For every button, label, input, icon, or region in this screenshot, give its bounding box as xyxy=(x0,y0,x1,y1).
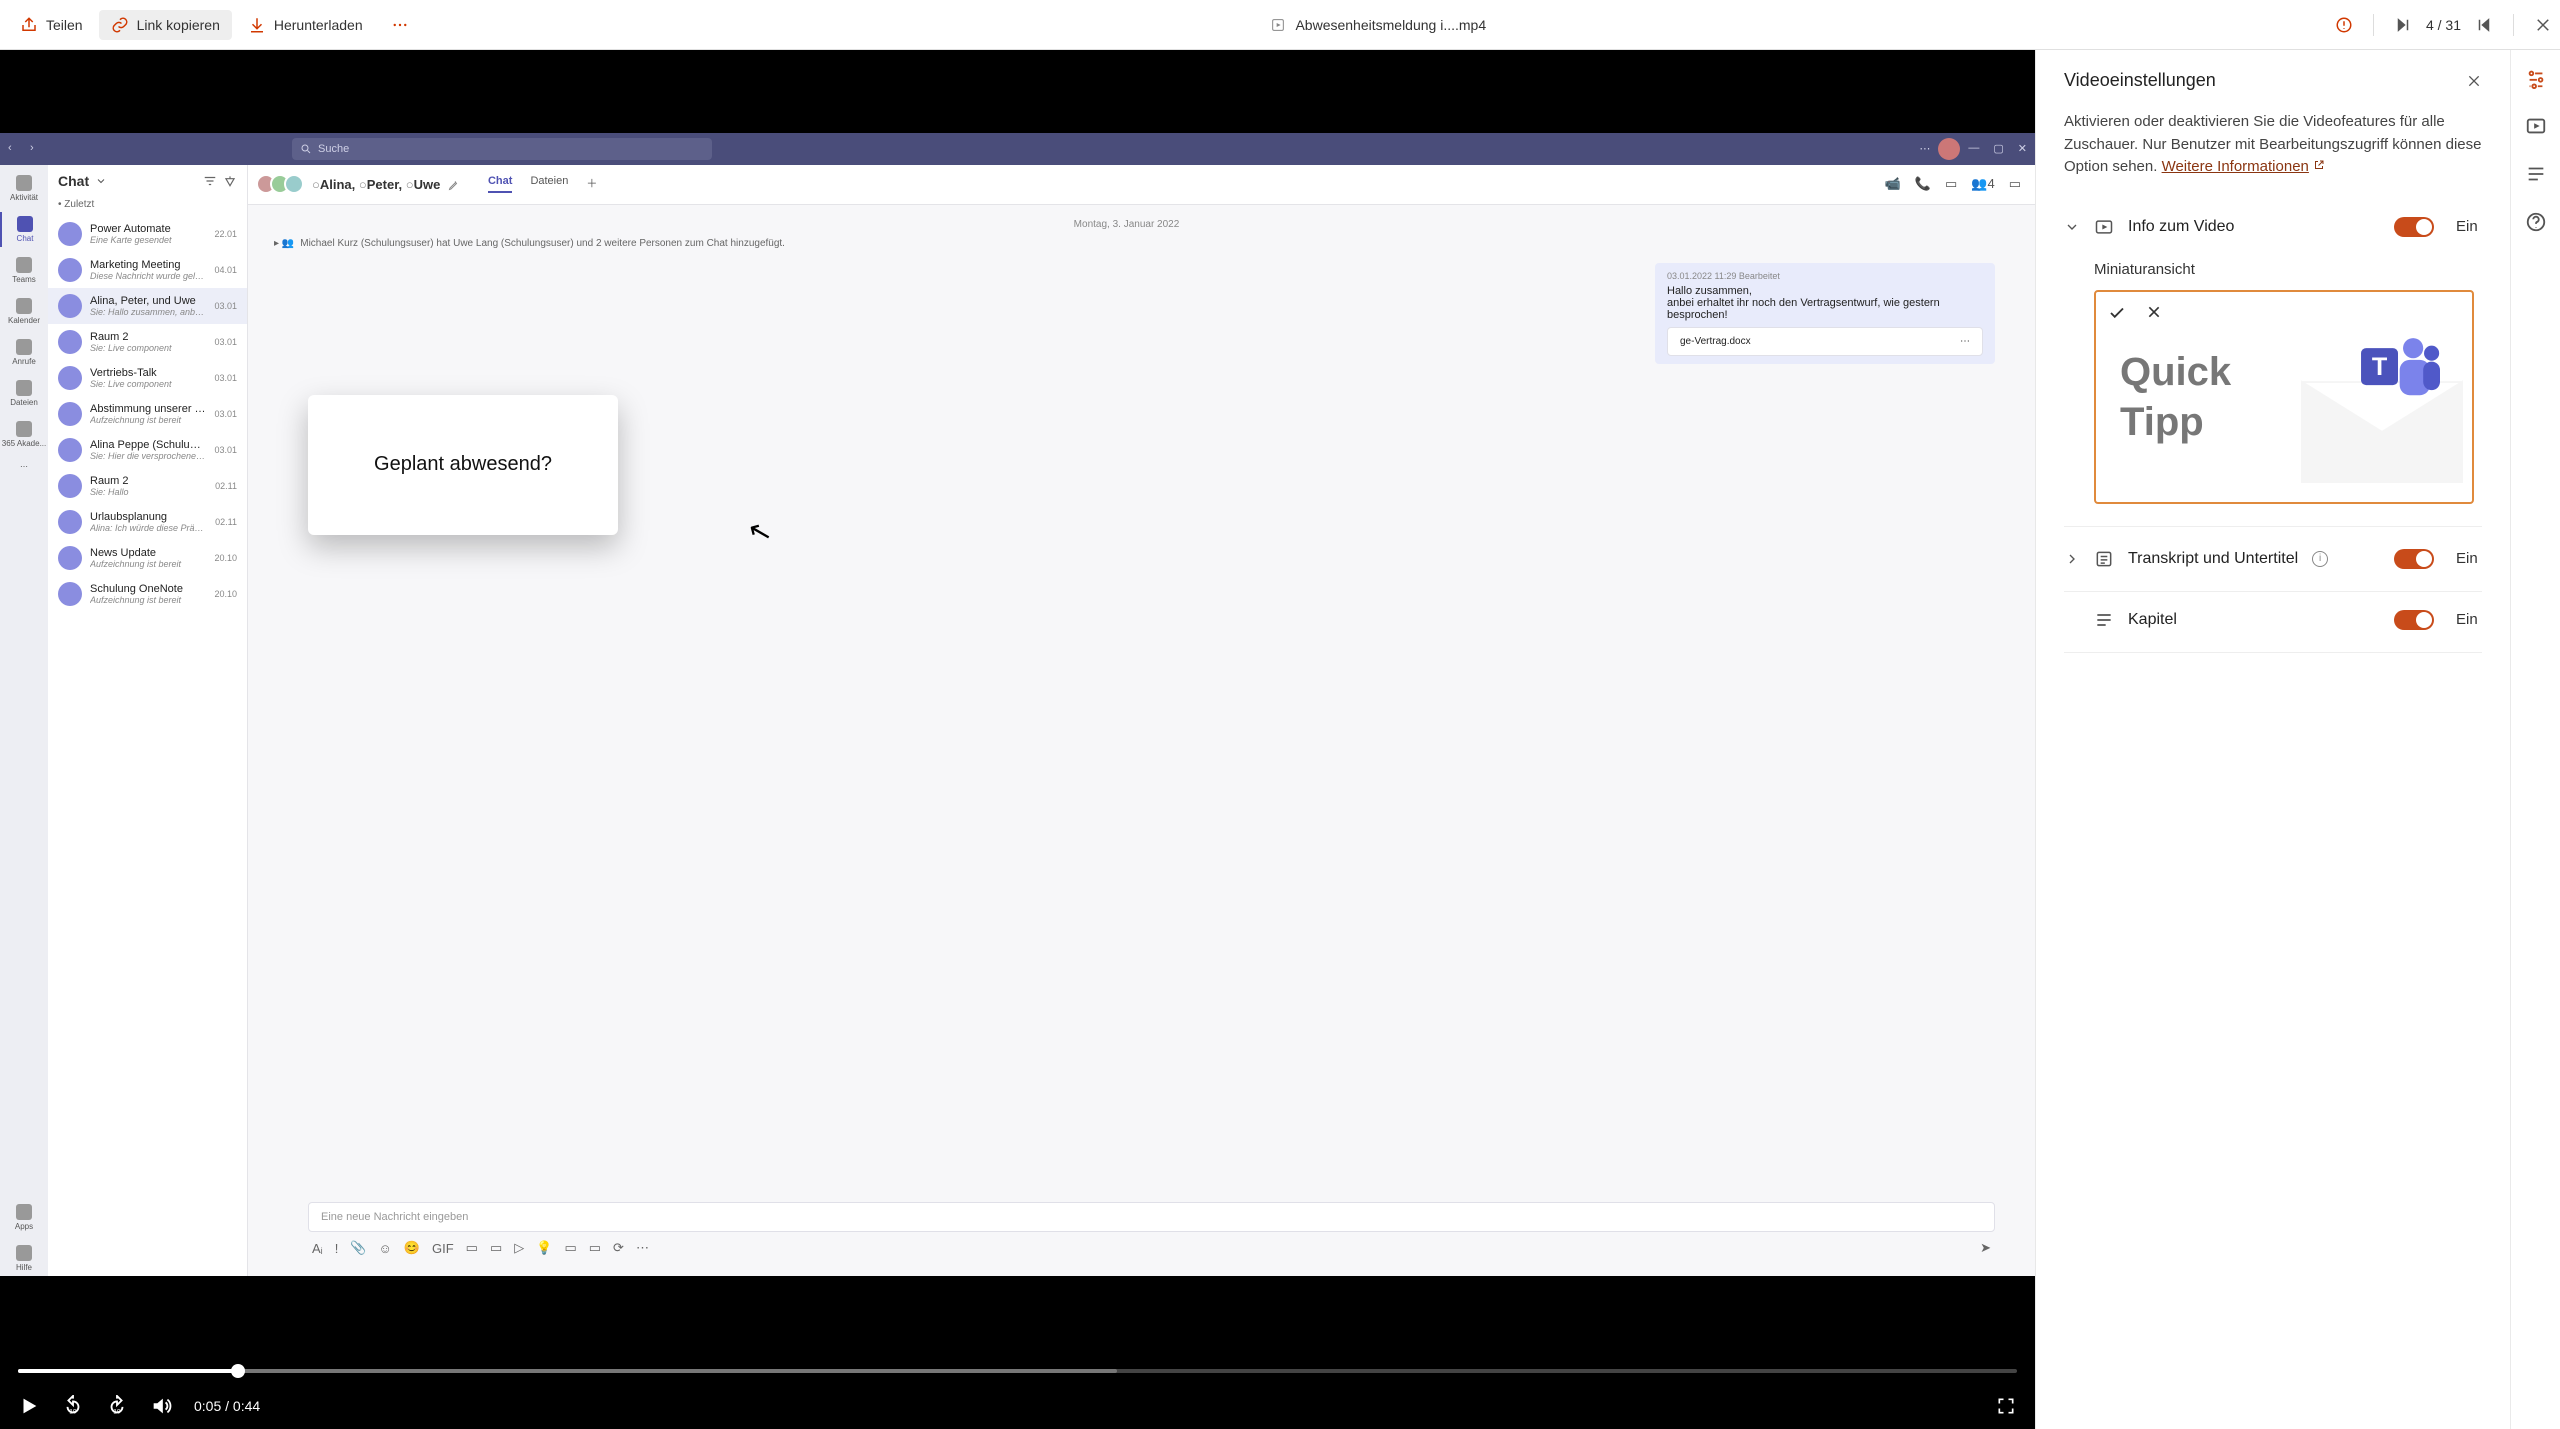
more-actions-button[interactable] xyxy=(379,10,421,40)
volume-button[interactable] xyxy=(150,1395,172,1417)
video-settings-panel: Videoeinstellungen Aktivieren oder deakt… xyxy=(2035,50,2510,1429)
play-button[interactable] xyxy=(18,1395,40,1417)
rail-video-button[interactable] xyxy=(2524,114,2548,138)
thumbnail-preview: Quick Tipp T xyxy=(2094,290,2474,504)
chapters-icon xyxy=(2094,610,2114,630)
rail-settings-button[interactable] xyxy=(2524,66,2548,90)
transcript-toggle[interactable] xyxy=(2394,549,2434,569)
toggle-state: Ein xyxy=(2456,611,2482,628)
info-icon[interactable]: i xyxy=(2312,551,2328,567)
prev-item-button[interactable] xyxy=(2394,16,2412,34)
seek-bar[interactable] xyxy=(18,1369,2017,1373)
thumbnail-accept-button[interactable] xyxy=(2108,304,2126,322)
download-icon xyxy=(248,16,266,34)
fullscreen-button[interactable] xyxy=(1995,1395,2017,1417)
transcript-icon xyxy=(2094,549,2114,569)
link-icon xyxy=(111,16,129,34)
toggle-state: Ein xyxy=(2456,550,2482,567)
svg-text:10: 10 xyxy=(69,1408,77,1415)
chapters-toggle[interactable] xyxy=(2394,610,2434,630)
top-toolbar: Teilen Link kopieren Herunterladen Abwes… xyxy=(0,0,2560,50)
share-label: Teilen xyxy=(46,17,83,33)
video-info-icon xyxy=(2094,217,2114,237)
video-file-icon xyxy=(1269,16,1287,34)
forward-10-button[interactable]: 10 xyxy=(106,1395,128,1417)
about-video-label: Info zum Video xyxy=(2128,218,2234,236)
video-frame-content: ‹ › Suche ⋯ —▢✕ AktivitätChatTeamsKalend… xyxy=(0,133,2035,1276)
svg-text:10: 10 xyxy=(113,1408,121,1415)
rail-help-button[interactable] xyxy=(2524,210,2548,234)
transcript-label: Transkript und Untertitel xyxy=(2128,550,2298,568)
thumbnail-text: Quick Tipp xyxy=(2120,347,2231,447)
thumbnail-cancel-button[interactable] xyxy=(2146,304,2162,322)
chevron-down-icon xyxy=(2064,219,2080,235)
setting-chapters[interactable]: Kapitel Ein xyxy=(2064,600,2482,653)
video-canvas[interactable]: ‹ › Suche ⋯ —▢✕ AktivitätChatTeamsKalend… xyxy=(0,50,2035,1359)
download-label: Herunterladen xyxy=(274,17,363,33)
separator xyxy=(2373,14,2374,36)
about-video-toggle[interactable] xyxy=(2394,217,2434,237)
settings-title: Videoeinstellungen xyxy=(2064,70,2216,91)
info-warning-icon[interactable] xyxy=(2335,16,2353,34)
rail-chapters-button[interactable] xyxy=(2524,162,2548,186)
share-button[interactable]: Teilen xyxy=(8,10,95,40)
download-button[interactable]: Herunterladen xyxy=(236,10,375,40)
video-area: ‹ › Suche ⋯ —▢✕ AktivitätChatTeamsKalend… xyxy=(0,50,2035,1429)
chevron-right-icon xyxy=(2064,551,2080,567)
settings-description: Aktivieren oder deaktivieren Sie die Vid… xyxy=(2064,111,2482,179)
close-button[interactable] xyxy=(2534,16,2552,34)
thumbnail-section: Miniaturansicht Quick Tipp xyxy=(2064,261,2482,504)
playback-bar: 10 10 0:05 / 0:44 xyxy=(0,1359,2035,1429)
learn-more-link[interactable]: Weitere Informationen xyxy=(2162,158,2325,175)
main: ‹ › Suche ⋯ —▢✕ AktivitätChatTeamsKalend… xyxy=(0,50,2560,1429)
copy-link-button[interactable]: Link kopieren xyxy=(99,10,232,40)
teams-logo-icon: T xyxy=(2356,334,2440,406)
svg-text:T: T xyxy=(2372,353,2388,381)
toggle-state: Ein xyxy=(2456,218,2482,235)
page-indicator: 4 / 31 xyxy=(2426,17,2461,33)
thumbnail-label: Miniaturansicht xyxy=(2094,261,2482,278)
next-item-button[interactable] xyxy=(2475,16,2493,34)
copy-link-label: Link kopieren xyxy=(137,17,220,33)
setting-about-video[interactable]: Info zum Video Ein xyxy=(2064,207,2482,247)
settings-close-button[interactable] xyxy=(2466,73,2482,89)
share-icon xyxy=(20,16,38,34)
file-name: Abwesenheitsmeldung i....mp4 xyxy=(1295,17,1486,33)
setting-transcript[interactable]: Transkript und Untertitel i Ein xyxy=(2064,526,2482,592)
separator xyxy=(2513,14,2514,36)
more-horizontal-icon xyxy=(391,16,409,34)
file-title: Abwesenheitsmeldung i....mp4 xyxy=(1269,16,1486,34)
right-rail xyxy=(2510,50,2560,1429)
chapters-label: Kapitel xyxy=(2128,611,2177,629)
rewind-10-button[interactable]: 10 xyxy=(62,1395,84,1417)
playback-time: 0:05 / 0:44 xyxy=(194,1398,260,1414)
seek-knob[interactable] xyxy=(231,1364,245,1378)
